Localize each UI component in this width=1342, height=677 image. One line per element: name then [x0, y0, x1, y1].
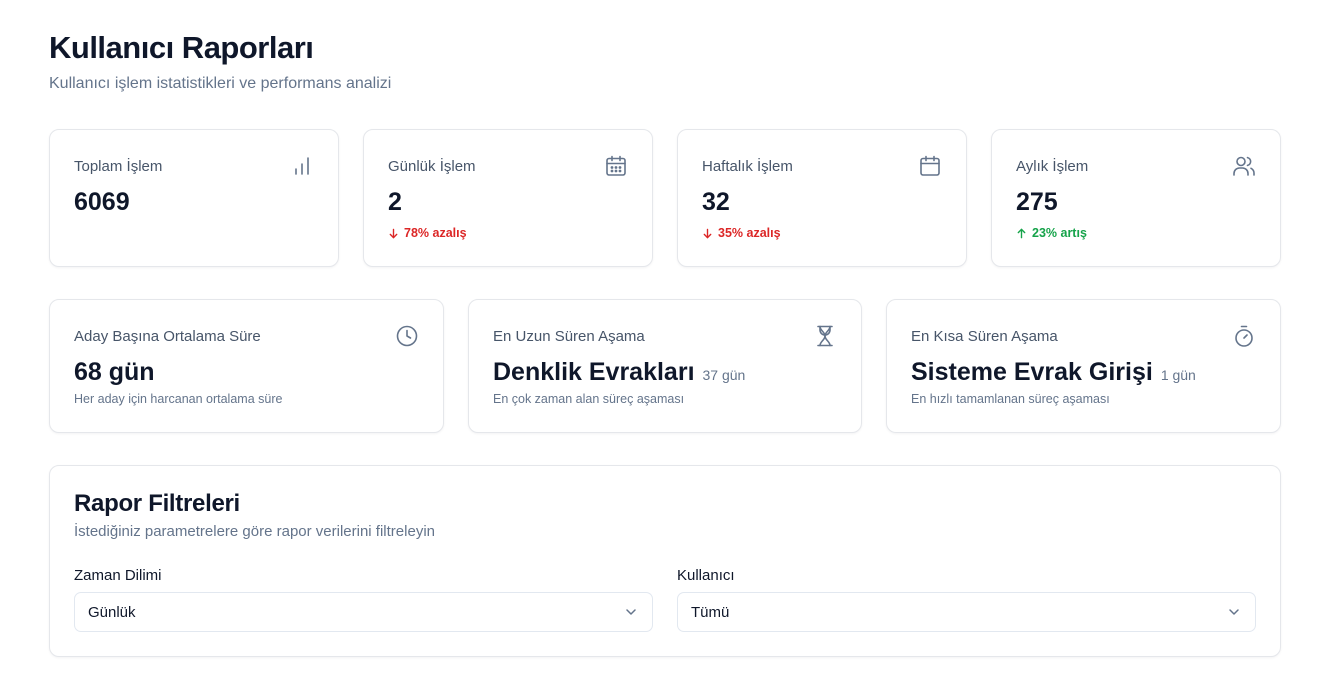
detail-value: Sisteme Evrak Girişi: [911, 358, 1153, 386]
chevron-down-icon: [1227, 605, 1241, 619]
report-filters-card: Rapor Filtreleri İstediğiniz parametrele…: [49, 465, 1281, 657]
time-range-select[interactable]: Günlük: [74, 592, 653, 632]
stat-value: 32: [702, 188, 730, 216]
bar-chart-icon: [290, 154, 314, 178]
arrow-down-icon: [389, 228, 398, 238]
detail-label: Aday Başına Ortalama Süre: [74, 328, 261, 345]
detail-card-shortest-stage: En Kısa Süren Aşama Sisteme Evrak Girişi…: [886, 299, 1281, 433]
detail-value-suffix: 37 gün: [702, 367, 746, 383]
detail-value-row: 68 gün: [74, 358, 155, 387]
trend-text: 78% azalış: [404, 226, 467, 240]
detail-value-row: Sisteme Evrak Girişi 1 gün: [911, 358, 1196, 387]
detail-label: En Uzun Süren Aşama: [493, 328, 645, 345]
stat-card-daily: Günlük İşlem 2 78% azalış: [363, 129, 653, 267]
detail-card-longest-stage: En Uzun Süren Aşama Denklik Evrakları 37…: [468, 299, 862, 433]
stat-label: Aylık İşlem: [1016, 158, 1089, 175]
timer-icon: [1232, 324, 1256, 348]
trend-indicator: 35% azalış: [702, 226, 781, 240]
chevron-down-icon: [624, 605, 638, 619]
arrow-up-icon: [1017, 228, 1026, 238]
stat-value: 2: [388, 188, 402, 216]
detail-value-suffix: 1 gün: [1160, 367, 1196, 383]
user-value: Tümü: [691, 603, 730, 621]
arrow-down-icon: [703, 228, 712, 238]
user-select[interactable]: Tümü: [677, 592, 1256, 632]
trend-text: 35% azalış: [718, 226, 781, 240]
stat-value: 6069: [74, 188, 130, 216]
detail-description: Her aday için harcanan ortalama süre: [74, 392, 283, 406]
stat-label: Günlük İşlem: [388, 158, 476, 175]
detail-description: En hızlı tamamlanan süreç aşaması: [911, 392, 1110, 406]
detail-value: 68 gün: [74, 358, 155, 386]
page-subtitle: Kullanıcı işlem istatistikleri ve perfor…: [49, 75, 392, 92]
trend-indicator: 23% artış: [1016, 226, 1087, 240]
stat-card-monthly: Aylık İşlem 275 23% artış: [991, 129, 1281, 267]
page-title: Kullanıcı Raporları: [49, 30, 314, 65]
users-icon: [1232, 154, 1256, 178]
calendar-icon: [918, 154, 942, 178]
trend-indicator: 78% azalış: [388, 226, 467, 240]
hourglass-icon: [813, 324, 837, 348]
user-label: Kullanıcı: [677, 567, 735, 584]
time-range-value: Günlük: [88, 603, 136, 621]
detail-value-row: Denklik Evrakları 37 gün: [493, 358, 745, 387]
stat-card-total: Toplam İşlem 6069: [49, 129, 339, 267]
stat-label: Toplam İşlem: [74, 158, 163, 175]
clock-icon: [395, 324, 419, 348]
calendar-days-icon: [604, 154, 628, 178]
detail-label: En Kısa Süren Aşama: [911, 328, 1058, 345]
trend-text: 23% artış: [1032, 226, 1087, 240]
filters-title: Rapor Filtreleri: [74, 490, 240, 517]
detail-description: En çok zaman alan süreç aşaması: [493, 392, 685, 406]
detail-card-average-duration: Aday Başına Ortalama Süre 68 gün Her ada…: [49, 299, 444, 433]
stat-card-weekly: Haftalık İşlem 32 35% azalış: [677, 129, 967, 267]
stat-value: 275: [1016, 188, 1058, 216]
time-range-label: Zaman Dilimi: [74, 567, 162, 584]
stat-label: Haftalık İşlem: [702, 158, 793, 175]
filters-description: İstediğiniz parametrelere göre rapor ver…: [74, 523, 435, 540]
detail-value: Denklik Evrakları: [493, 358, 695, 386]
